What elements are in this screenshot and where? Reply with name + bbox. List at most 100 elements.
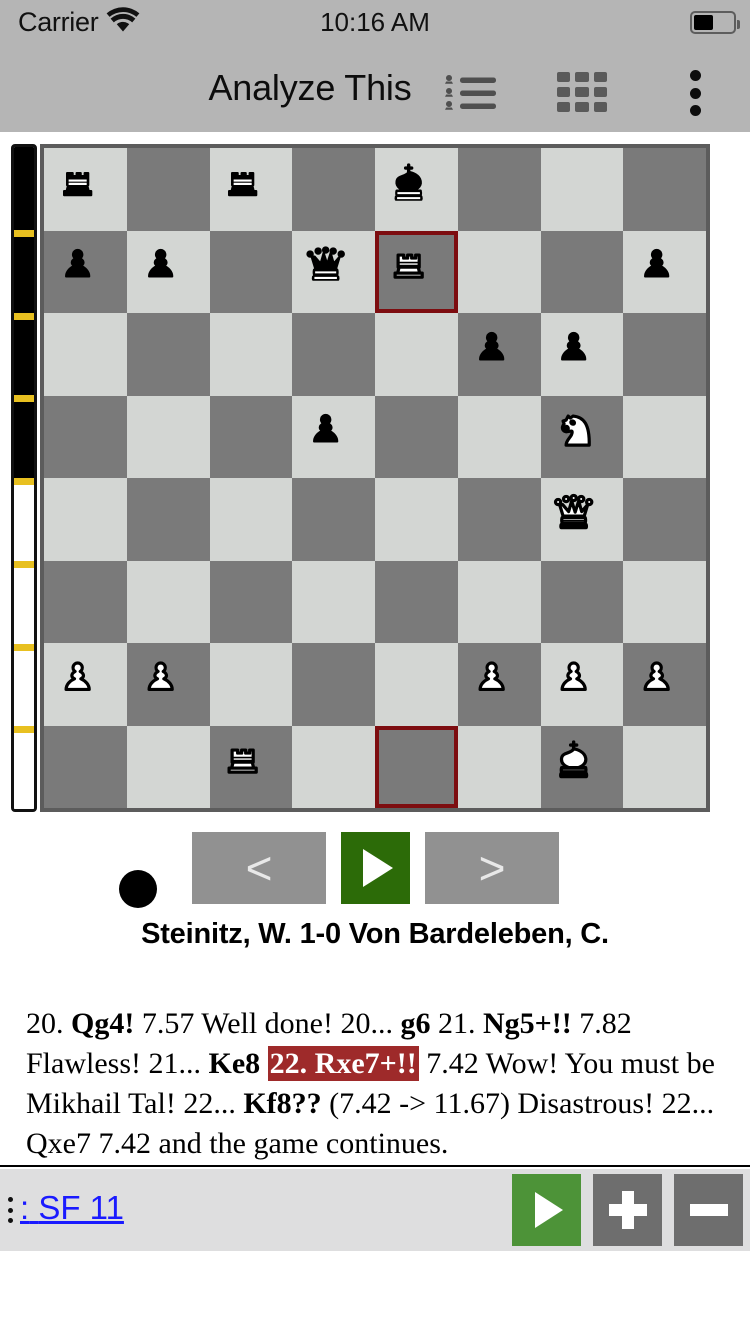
engine-start-button[interactable] bbox=[512, 1174, 581, 1246]
board-square-b4[interactable] bbox=[126, 478, 210, 561]
white-pawn-icon bbox=[634, 654, 695, 715]
board-square-h1[interactable] bbox=[623, 725, 706, 808]
white-rook-icon bbox=[386, 241, 447, 302]
white-knight-icon bbox=[551, 406, 612, 467]
analysis-move[interactable]: Ng5+!! bbox=[483, 1007, 572, 1040]
engine-remove-line-button[interactable] bbox=[674, 1174, 743, 1246]
board-square-e4[interactable] bbox=[375, 478, 458, 561]
board-square-h7[interactable] bbox=[623, 230, 706, 313]
board-square-d6[interactable] bbox=[292, 313, 375, 396]
board-square-c3[interactable] bbox=[209, 560, 293, 643]
board-square-d7[interactable] bbox=[292, 230, 375, 313]
board-square-b5[interactable] bbox=[126, 395, 210, 478]
clock-label: 10:16 AM bbox=[320, 6, 430, 37]
board-square-a4[interactable] bbox=[44, 478, 127, 561]
board-square-e5[interactable] bbox=[375, 395, 458, 478]
move-list-icon[interactable] bbox=[444, 70, 500, 114]
board-square-f5[interactable] bbox=[457, 395, 541, 478]
board-square-e1[interactable] bbox=[375, 725, 458, 808]
board-square-g1[interactable] bbox=[540, 725, 624, 808]
board-square-h6[interactable] bbox=[623, 313, 706, 396]
app-root: Carrier 10:16 AM Analyze This < > Steini… bbox=[0, 0, 750, 1334]
next-move-button[interactable]: > bbox=[425, 832, 559, 904]
board-square-g2[interactable] bbox=[540, 643, 624, 726]
board-square-c2[interactable] bbox=[209, 643, 293, 726]
white-pawn-icon bbox=[551, 654, 612, 715]
board-square-e3[interactable] bbox=[375, 560, 458, 643]
black-pawn-icon bbox=[469, 324, 530, 385]
board-square-e7[interactable] bbox=[375, 230, 458, 313]
board-square-b2[interactable] bbox=[126, 643, 210, 726]
board-square-c1[interactable] bbox=[209, 725, 293, 808]
engine-add-line-button[interactable] bbox=[593, 1174, 662, 1246]
move-controls: < > bbox=[0, 822, 750, 918]
board-square-c6[interactable] bbox=[209, 313, 293, 396]
board-square-a6[interactable] bbox=[44, 313, 127, 396]
board-square-h4[interactable] bbox=[623, 478, 706, 561]
board-square-c8[interactable] bbox=[209, 148, 293, 231]
board-square-d3[interactable] bbox=[292, 560, 375, 643]
board-square-f7[interactable] bbox=[457, 230, 541, 313]
board-square-c7[interactable] bbox=[209, 230, 293, 313]
board-square-e8[interactable] bbox=[375, 148, 458, 231]
board-square-e2[interactable] bbox=[375, 643, 458, 726]
board-square-g8[interactable] bbox=[540, 148, 624, 231]
board-square-f6[interactable] bbox=[457, 313, 541, 396]
eval-tick bbox=[14, 229, 34, 237]
analysis-commentary[interactable]: 20. Qg4! 7.57 Well done! 20... g6 21. Ng… bbox=[0, 1004, 750, 1167]
overflow-menu-icon[interactable] bbox=[683, 70, 707, 116]
board-square-c4[interactable] bbox=[209, 478, 293, 561]
analysis-text-run bbox=[260, 1047, 268, 1080]
board-square-b7[interactable] bbox=[126, 230, 210, 313]
board-square-h5[interactable] bbox=[623, 395, 706, 478]
board-square-d1[interactable] bbox=[292, 725, 375, 808]
black-pawn-icon bbox=[55, 241, 116, 302]
board-square-f1[interactable] bbox=[457, 725, 541, 808]
board-square-d8[interactable] bbox=[292, 148, 375, 231]
board-square-g7[interactable] bbox=[540, 230, 624, 313]
grid-icon[interactable] bbox=[557, 72, 607, 112]
engine-name-link[interactable]: : SF 11 bbox=[20, 1189, 124, 1227]
autoplay-button[interactable] bbox=[341, 832, 410, 904]
board-square-f2[interactable] bbox=[457, 643, 541, 726]
board-area bbox=[0, 132, 750, 822]
board-square-f4[interactable] bbox=[457, 478, 541, 561]
evaluation-bar bbox=[11, 144, 37, 812]
board-square-h8[interactable] bbox=[623, 148, 706, 231]
analysis-current-move[interactable]: 22. Rxe7+!! bbox=[267, 1046, 419, 1081]
board-square-b1[interactable] bbox=[126, 725, 210, 808]
board-square-e6[interactable] bbox=[375, 313, 458, 396]
chess-board[interactable] bbox=[40, 144, 710, 812]
board-square-g4[interactable] bbox=[540, 478, 624, 561]
analysis-move[interactable]: g6 bbox=[401, 1007, 431, 1040]
board-square-f8[interactable] bbox=[457, 148, 541, 231]
analysis-text-run: 20. bbox=[26, 1007, 71, 1040]
board-square-d2[interactable] bbox=[292, 643, 375, 726]
white-pawn-icon bbox=[469, 654, 530, 715]
previous-move-button[interactable]: < bbox=[192, 832, 326, 904]
engine-menu-dots-icon[interactable] bbox=[7, 1197, 13, 1223]
board-square-g3[interactable] bbox=[540, 560, 624, 643]
board-square-a1[interactable] bbox=[44, 725, 127, 808]
board-square-d5[interactable] bbox=[292, 395, 375, 478]
board-square-g6[interactable] bbox=[540, 313, 624, 396]
analysis-move[interactable]: Ke8 bbox=[209, 1047, 261, 1080]
analysis-move[interactable]: Kf8?? bbox=[243, 1087, 321, 1120]
board-square-c5[interactable] bbox=[209, 395, 293, 478]
board-square-a3[interactable] bbox=[44, 560, 127, 643]
board-square-a5[interactable] bbox=[44, 395, 127, 478]
board-square-b6[interactable] bbox=[126, 313, 210, 396]
board-square-b8[interactable] bbox=[126, 148, 210, 231]
board-square-g5[interactable] bbox=[540, 395, 624, 478]
board-square-d4[interactable] bbox=[292, 478, 375, 561]
board-square-h2[interactable] bbox=[623, 643, 706, 726]
previous-move-label: < bbox=[245, 842, 273, 894]
board-square-b3[interactable] bbox=[126, 560, 210, 643]
board-square-f3[interactable] bbox=[457, 560, 541, 643]
board-square-a8[interactable] bbox=[44, 148, 127, 231]
analysis-move[interactable]: Qg4! bbox=[71, 1007, 134, 1040]
board-square-a2[interactable] bbox=[44, 643, 127, 726]
board-square-h3[interactable] bbox=[623, 560, 706, 643]
board-square-a7[interactable] bbox=[44, 230, 127, 313]
next-move-label: > bbox=[478, 842, 506, 894]
